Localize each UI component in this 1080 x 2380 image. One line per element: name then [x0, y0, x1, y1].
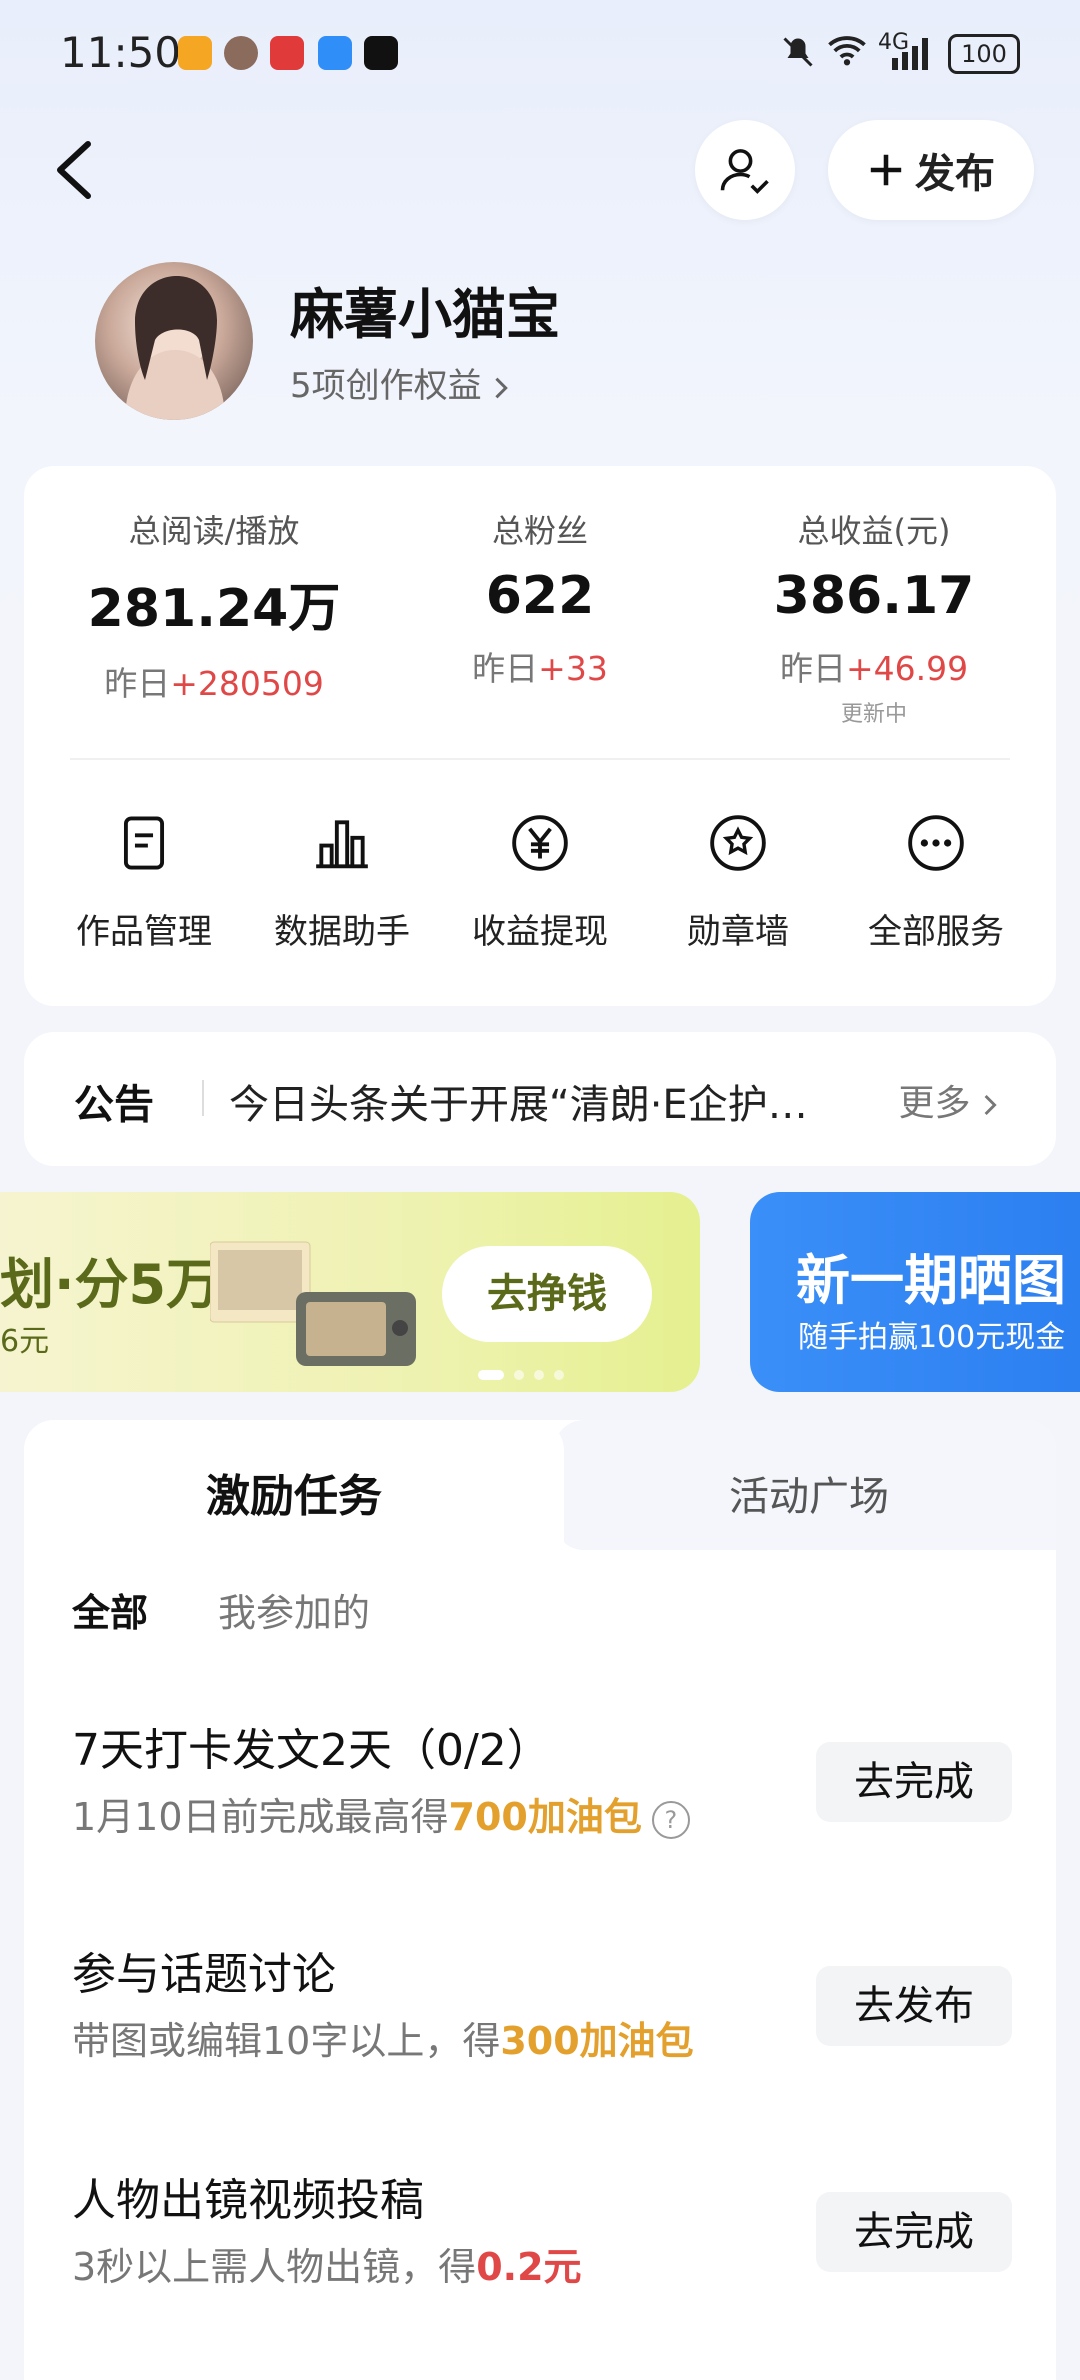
benefits-label: 5项创作权益	[290, 366, 482, 406]
announcement-bar[interactable]: 公告 今日头条关于开展“清朗·E企护… 更多	[24, 1032, 1056, 1166]
stat-yesterday: 昨日+280509	[104, 664, 324, 703]
chevron-right-icon	[984, 1094, 997, 1116]
medal-icon	[710, 815, 766, 871]
complete-task-button[interactable]: 去完成	[816, 2192, 1012, 2272]
yuan-icon	[512, 815, 568, 871]
filter-joined[interactable]: 我参加的	[218, 1582, 370, 1637]
task-reward: 300加油包	[500, 2019, 694, 2063]
back-icon[interactable]	[52, 140, 96, 200]
stat-label: 总收益(元)	[797, 512, 951, 550]
stat-value: 622	[485, 566, 595, 626]
more-label: 更多	[898, 1083, 971, 1124]
announcement-more-link[interactable]: 更多	[899, 1074, 1000, 1126]
tab-incentive-tasks[interactable]: 激励任务	[24, 1460, 564, 1524]
service-label: 全部服务	[868, 912, 1004, 952]
banner-subtitle: 随手拍赢100元现金	[798, 1320, 1066, 1355]
stat-total-reads[interactable]: 总阅读/播放 281.24万 昨日+280509	[49, 506, 379, 705]
service-label: 数据助手	[274, 912, 410, 952]
complete-task-button[interactable]: 去完成	[816, 1742, 1012, 1822]
app-notification-icon	[178, 36, 212, 70]
task-reward: 700加油包	[448, 1795, 642, 1839]
user-check-icon	[720, 149, 769, 194]
task-description: 带图或编辑10字以上，得300加油包	[72, 2019, 694, 2063]
more-icon	[908, 815, 964, 871]
avatar-notification-icon	[224, 36, 258, 70]
message-notification-icon	[318, 36, 352, 70]
service-all[interactable]: 全部服务	[836, 812, 1036, 953]
stat-label: 总阅读/播放	[128, 512, 300, 550]
service-works-management[interactable]: 作品管理	[44, 812, 244, 953]
stat-value: 386.17	[773, 566, 975, 626]
task-description: 1月10日前完成最高得700加油包?	[72, 1786, 690, 1841]
earn-money-button[interactable]: 去挣钱	[442, 1246, 652, 1342]
toutiao-notification-icon	[270, 36, 304, 70]
service-withdraw[interactable]: 收益提现	[440, 812, 640, 953]
task-title: 参与话题讨论	[72, 1949, 336, 2000]
task-reward: 0.2元	[476, 2245, 582, 2289]
banner-title: 新一期晒图	[796, 1249, 1066, 1312]
stat-total-fans[interactable]: 总粉丝 622 昨日+33	[375, 506, 705, 690]
plus-icon	[870, 154, 902, 186]
announcement-tag: 公告	[74, 1082, 154, 1128]
publish-task-button[interactable]: 去发布	[816, 1966, 1012, 2046]
capcut-notification-icon	[364, 36, 398, 70]
update-status: 更新中	[840, 702, 907, 727]
avatar[interactable]	[95, 262, 253, 420]
status-time: 11:50	[60, 28, 182, 77]
service-label: 勋章墙	[687, 912, 789, 952]
service-label: 作品管理	[76, 912, 212, 952]
camera-illustration-icon	[210, 1241, 416, 1366]
filter-all[interactable]: 全部	[72, 1582, 148, 1637]
stat-total-earnings[interactable]: 总收益(元) 386.17 昨日+46.99 更新中	[709, 506, 1039, 728]
carousel-indicator	[478, 1370, 564, 1380]
mute-icon	[783, 37, 813, 67]
signal-icon	[892, 38, 928, 70]
stats-card: 总阅读/播放 281.24万 昨日+280509 总粉丝 622 昨日+33 总…	[24, 466, 1056, 1006]
stat-value: 281.24万	[87, 579, 341, 639]
document-icon	[123, 816, 165, 870]
service-medal-wall[interactable]: 勋章墙	[638, 812, 838, 953]
task-description: 3秒以上需人物出镜，得0.2元	[72, 2245, 582, 2289]
promo-banner-earn[interactable]: 划·分5万元 6元 去挣钱	[0, 1192, 700, 1392]
stat-yesterday: 昨日+46.99	[779, 649, 969, 688]
bar-chart-icon	[316, 820, 368, 869]
service-label: 收益提现	[472, 912, 608, 952]
chevron-right-icon	[495, 377, 509, 398]
status-bar: 11:50 4G 100	[0, 0, 1080, 104]
divider	[70, 758, 1010, 760]
publish-label: 发布	[915, 151, 995, 197]
avatar-image	[125, 276, 225, 420]
task-item: 人物出镜视频投稿 3秒以上需人物出镜，得0.2元 去完成	[72, 2164, 1012, 2324]
divider	[202, 1080, 204, 1116]
service-data-assistant[interactable]: 数据助手	[242, 812, 442, 953]
task-title: 7天打卡发文2天（0/2）	[72, 1725, 551, 1776]
creator-benefits-link[interactable]: 5项创作权益	[290, 358, 512, 407]
promo-banner-photo[interactable]: 新一期晒图 随手拍赢100元现金	[750, 1192, 1080, 1392]
task-item: 参与话题讨论 带图或编辑10字以上，得300加油包 去发布	[72, 1938, 1012, 2098]
tab-activity-square[interactable]: 活动广场	[564, 1464, 1054, 1522]
help-icon[interactable]: ?	[651, 1800, 690, 1839]
stat-yesterday: 昨日+33	[472, 649, 608, 688]
task-item: 7天打卡发文2天（0/2） 1月10日前完成最高得700加油包? 去完成	[72, 1714, 1012, 1874]
stat-label: 总粉丝	[491, 512, 588, 550]
tasks-panel: 激励任务 活动广场 全部 我参加的 7天打卡发文2天（0/2） 1月10日前完成…	[24, 1420, 1056, 2380]
task-title: 人物出镜视频投稿	[72, 2175, 424, 2226]
banner-subtitle: 6元	[0, 1324, 50, 1359]
publish-button[interactable]: 发布	[828, 120, 1034, 220]
username: 麻薯小猫宝	[290, 283, 560, 346]
battery-indicator: 100	[948, 34, 1020, 74]
follow-user-button[interactable]	[695, 120, 795, 220]
announcement-text[interactable]: 今日头条关于开展“清朗·E企护…	[229, 1072, 869, 1130]
wifi-icon	[828, 36, 866, 66]
